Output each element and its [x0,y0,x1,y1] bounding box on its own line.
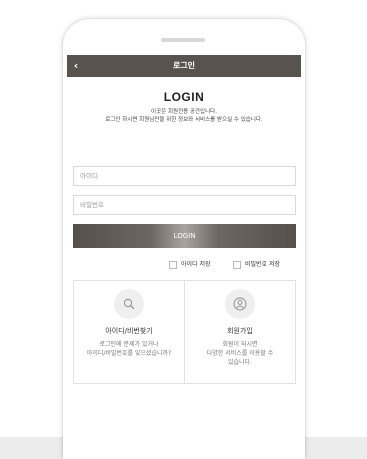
join-desc-line-3: 있습니다. [228,359,252,366]
join-desc: 회원이 되시면 다양한 서비스를 이용할 수 있습니다. [185,340,295,367]
user-icon [225,289,255,319]
id-placeholder: 아이디 [80,172,98,180]
header-title: 로그인 [172,61,196,70]
account-links: 아이디/비번찾기 로그인에 문제가 있거나 아이디/비밀번호를 잊으셨습니까? … [73,280,296,384]
password-input[interactable]: 비밀번호 [73,195,296,215]
app-header: ‹ 로그인 [67,55,301,77]
phone-speaker [161,38,205,42]
find-desc-line-2: 아이디/비밀번호를 잊으셨습니까? [86,350,172,357]
join-card[interactable]: 회원가입 회원이 되시면 다양한 서비스를 이용할 수 있습니다. [184,281,295,383]
find-account-title: 아이디/비번찾기 [105,327,153,335]
join-desc-line-1: 회원이 되시면 [222,341,258,348]
subtitle-line-1: 이곳은 회원전용 공간입니다. [151,109,217,115]
save-id-checkbox[interactable]: 아이디 저장 [169,260,211,269]
page-title: LOGIN [163,90,205,104]
checkbox-icon[interactable] [169,260,177,269]
join-desc-line-2: 다양한 서비스를 이용할 수 [206,350,274,357]
save-password-checkbox[interactable]: 비밀번호 저장 [233,260,280,269]
phone-mockup: ‹ 로그인 LOGIN 이곳은 회원전용 공간입니다. 로그인 하시면 회원님만… [63,19,305,459]
subtitle-line-2: 로그인 하시면 회원님만을 위한 정보와 서비스를 받으실 수 있습니다. [105,117,263,123]
chevron-left-icon[interactable]: ‹ [69,55,83,77]
find-account-card[interactable]: 아이디/비번찾기 로그인에 문제가 있거나 아이디/비밀번호를 잊으셨습니까? [74,281,184,383]
save-id-label: 아이디 저장 [181,261,211,268]
checkbox-icon[interactable] [233,260,241,269]
phone-screen: ‹ 로그인 LOGIN 이곳은 회원전용 공간입니다. 로그인 하시면 회원님만… [67,55,301,459]
password-placeholder: 비밀번호 [80,201,104,209]
id-input[interactable]: 아이디 [73,166,296,186]
find-account-desc: 로그인에 문제가 있거나 아이디/비밀번호를 잊으셨습니까? [74,340,184,358]
login-button[interactable]: LOGIN [73,224,296,248]
find-desc-line-1: 로그인에 문제가 있거나 [99,341,159,348]
search-icon [114,289,144,319]
save-password-label: 비밀번호 저장 [245,261,281,268]
page-subtitle: 이곳은 회원전용 공간입니다. 로그인 하시면 회원님만을 위한 정보와 서비스… [67,108,301,124]
join-title: 회원가입 [227,327,253,335]
